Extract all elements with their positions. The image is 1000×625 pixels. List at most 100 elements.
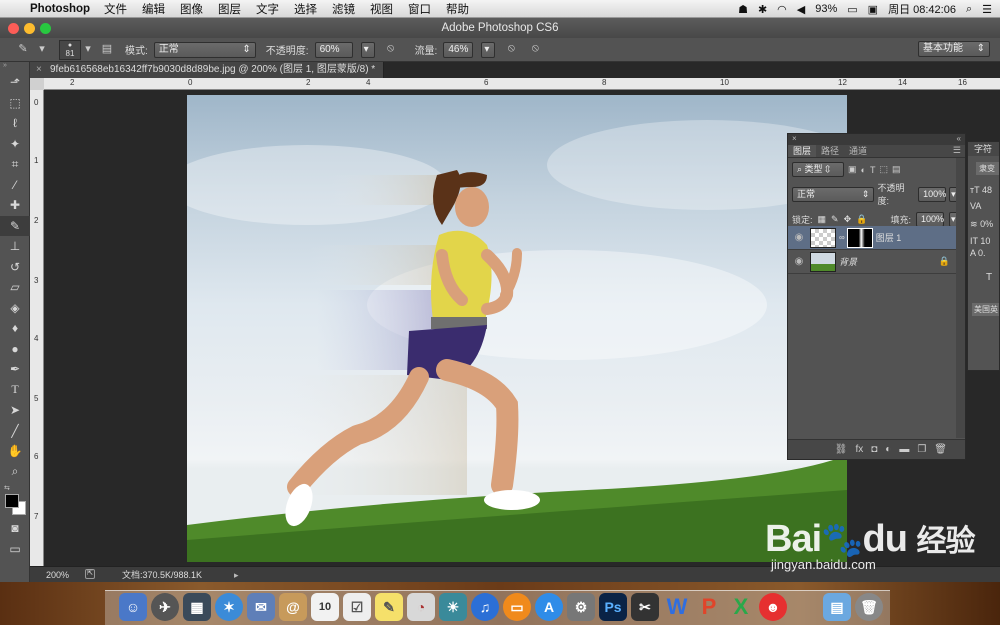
crop-tool-icon[interactable]: ⌗ [0,154,30,175]
brush-size-picker[interactable]: ● 81 [59,39,81,60]
flow-dropdown[interactable]: ▾ [481,41,496,58]
notification-icon[interactable]: ☗ [738,3,748,16]
reminders-icon[interactable]: ☑ [343,593,371,621]
chevron-down-icon[interactable]: ▾ [38,42,46,58]
final-cut-icon[interactable]: ✂ [631,593,659,621]
menu-select[interactable]: 选择 [294,1,317,17]
menu-type[interactable]: 文字 [256,1,279,17]
status-menu-arrow-icon[interactable]: ▸ [234,567,244,583]
brush-panel-toggle-icon[interactable]: ▤ [98,42,116,58]
eyedropper-tool-icon[interactable]: ⁄ [0,175,30,196]
add-mask-icon[interactable]: ◘ [871,444,877,455]
opacity-dropdown[interactable]: ▾ [360,41,375,58]
kerning-field[interactable]: VA [970,201,999,211]
horizontal-ruler[interactable]: 2 0 2 4 6 8 10 12 14 16 [44,78,1000,90]
excel-icon[interactable]: X [727,593,755,621]
menu-view[interactable]: 视图 [370,1,393,17]
vertical-ruler[interactable]: 0 1 2 3 4 5 6 7 [30,90,44,566]
mission-control-icon[interactable]: ▦ [183,593,211,621]
layer-mask-thumbnail[interactable] [846,227,873,248]
close-panel-icon[interactable]: × [792,134,797,143]
layer-row-background[interactable]: ◉ 背景 🔒 [788,250,956,274]
battery-icon[interactable]: ▭ [847,3,857,16]
filter-shape-icon[interactable]: ⬚ [879,164,888,175]
path-select-tool-icon[interactable]: ➤ [0,400,30,421]
ibooks-icon[interactable]: ▭ [503,593,531,621]
hand-tool-icon[interactable]: ✋ [0,441,30,462]
layer-opacity-input[interactable]: 100% [918,186,946,202]
image-canvas[interactable] [187,95,847,562]
filter-smart-icon[interactable]: ▤ [892,164,901,175]
powerpoint-icon[interactable]: P [695,593,723,621]
panel-menu-icon[interactable]: ☰ [953,145,965,157]
doc-info[interactable]: 文档:370.5K/988.1K [122,567,202,583]
calendar-icon[interactable]: 10 [311,593,339,621]
faux-bold-icon[interactable]: T [986,272,999,283]
battery-level[interactable]: 93% [815,3,837,15]
filter-adjust-icon[interactable]: ◐ [861,165,866,175]
menu-image[interactable]: 图像 [180,1,203,17]
move-tool-icon[interactable]: ⬏ [0,72,30,93]
quick-mask-icon[interactable]: ◙ [0,518,30,539]
collapse-panel-icon[interactable]: « [957,134,961,143]
chain-link-icon[interactable]: ∞ [839,233,845,242]
adjustment-layer-icon[interactable]: ◐ [885,444,891,455]
downloads-folder-icon[interactable]: ▤ [823,593,851,621]
brush-preset-icon[interactable]: ✎ [14,42,32,58]
link-layers-icon[interactable]: ⛓ [835,444,848,455]
system-preferences-icon[interactable]: ⚙ [567,593,595,621]
lasso-tool-icon[interactable]: ℓ [0,113,30,134]
swap-colors-icon[interactable]: ⇆ [4,484,10,492]
zoom-tool-icon[interactable]: ⌕ [0,462,30,483]
lock-position-icon[interactable]: ✥ [844,214,852,225]
brush-tool-icon[interactable]: ✎ [0,215,30,236]
layer-row-1[interactable]: ◉ ∞ 图层 1 [788,226,956,250]
zoom-window-button[interactable] [40,23,51,34]
marquee-tool-icon[interactable]: ⬚ [0,93,30,114]
search-icon[interactable]: ⌕ [966,3,972,16]
close-tab-icon[interactable]: × [36,62,42,78]
eraser-tool-icon[interactable]: ▱ [0,277,30,298]
zoom-level[interactable]: 200% [46,567,69,583]
input-method-icon[interactable]: ▣ [868,3,878,16]
app-menu[interactable]: Photoshop [30,3,90,15]
mail-icon[interactable]: ✉ [247,593,275,621]
pen-tool-icon[interactable]: ✒ [0,359,30,380]
clock[interactable]: 周日 08:42:06 [888,1,956,17]
filter-type-icon[interactable]: T [870,165,876,175]
volume-icon[interactable]: ◀ [797,3,805,16]
itunes-icon[interactable]: ♫ [471,593,499,621]
contacts-icon[interactable]: @ [279,593,307,621]
visibility-eye-icon[interactable]: ◉ [788,232,810,243]
app-store-icon[interactable]: A [535,593,563,621]
tab-paths[interactable]: 路径 [816,145,844,157]
fill-input[interactable]: 100% [916,212,944,227]
leading-field[interactable]: IT 10 [970,236,999,246]
bluetooth-icon[interactable]: ✱ [758,3,767,16]
notes-icon[interactable]: ✎ [375,593,403,621]
delete-layer-icon[interactable]: 🗑 [934,444,947,455]
dodge-tool-icon[interactable]: ● [0,339,30,360]
panel-scrollbar[interactable] [956,158,965,438]
lock-transparency-icon[interactable]: ▦ [818,214,827,225]
history-brush-tool-icon[interactable]: ↺ [0,257,30,278]
trash-icon[interactable]: 🗑 [855,593,883,621]
minimize-window-button[interactable] [24,23,35,34]
menu-file[interactable]: 文件 [104,1,127,17]
blend-mode-select[interactable]: 正常 ⇕ [792,186,875,202]
filter-pixel-icon[interactable]: ▣ [848,164,857,175]
baseline-field[interactable]: A 0. [970,248,999,258]
line-tool-icon[interactable]: ╱ [0,421,30,442]
panel-collapse-icon[interactable]: » [0,62,29,72]
new-group-icon[interactable]: ▬ [899,444,909,455]
opacity-input[interactable]: 60% [314,41,353,58]
list-icon[interactable]: ☰ [982,3,992,16]
menu-edit[interactable]: 编辑 [142,1,165,17]
healing-tool-icon[interactable]: ✚ [0,195,30,216]
launchpad-icon[interactable]: ✈ [151,593,179,621]
pressure-size-icon[interactable]: ⦸ [526,42,544,58]
new-layer-icon[interactable]: ❐ [917,444,926,455]
word-icon[interactable]: W [663,593,691,621]
fx-icon[interactable]: fx [855,444,863,455]
photos-icon[interactable]: ☀ [439,593,467,621]
